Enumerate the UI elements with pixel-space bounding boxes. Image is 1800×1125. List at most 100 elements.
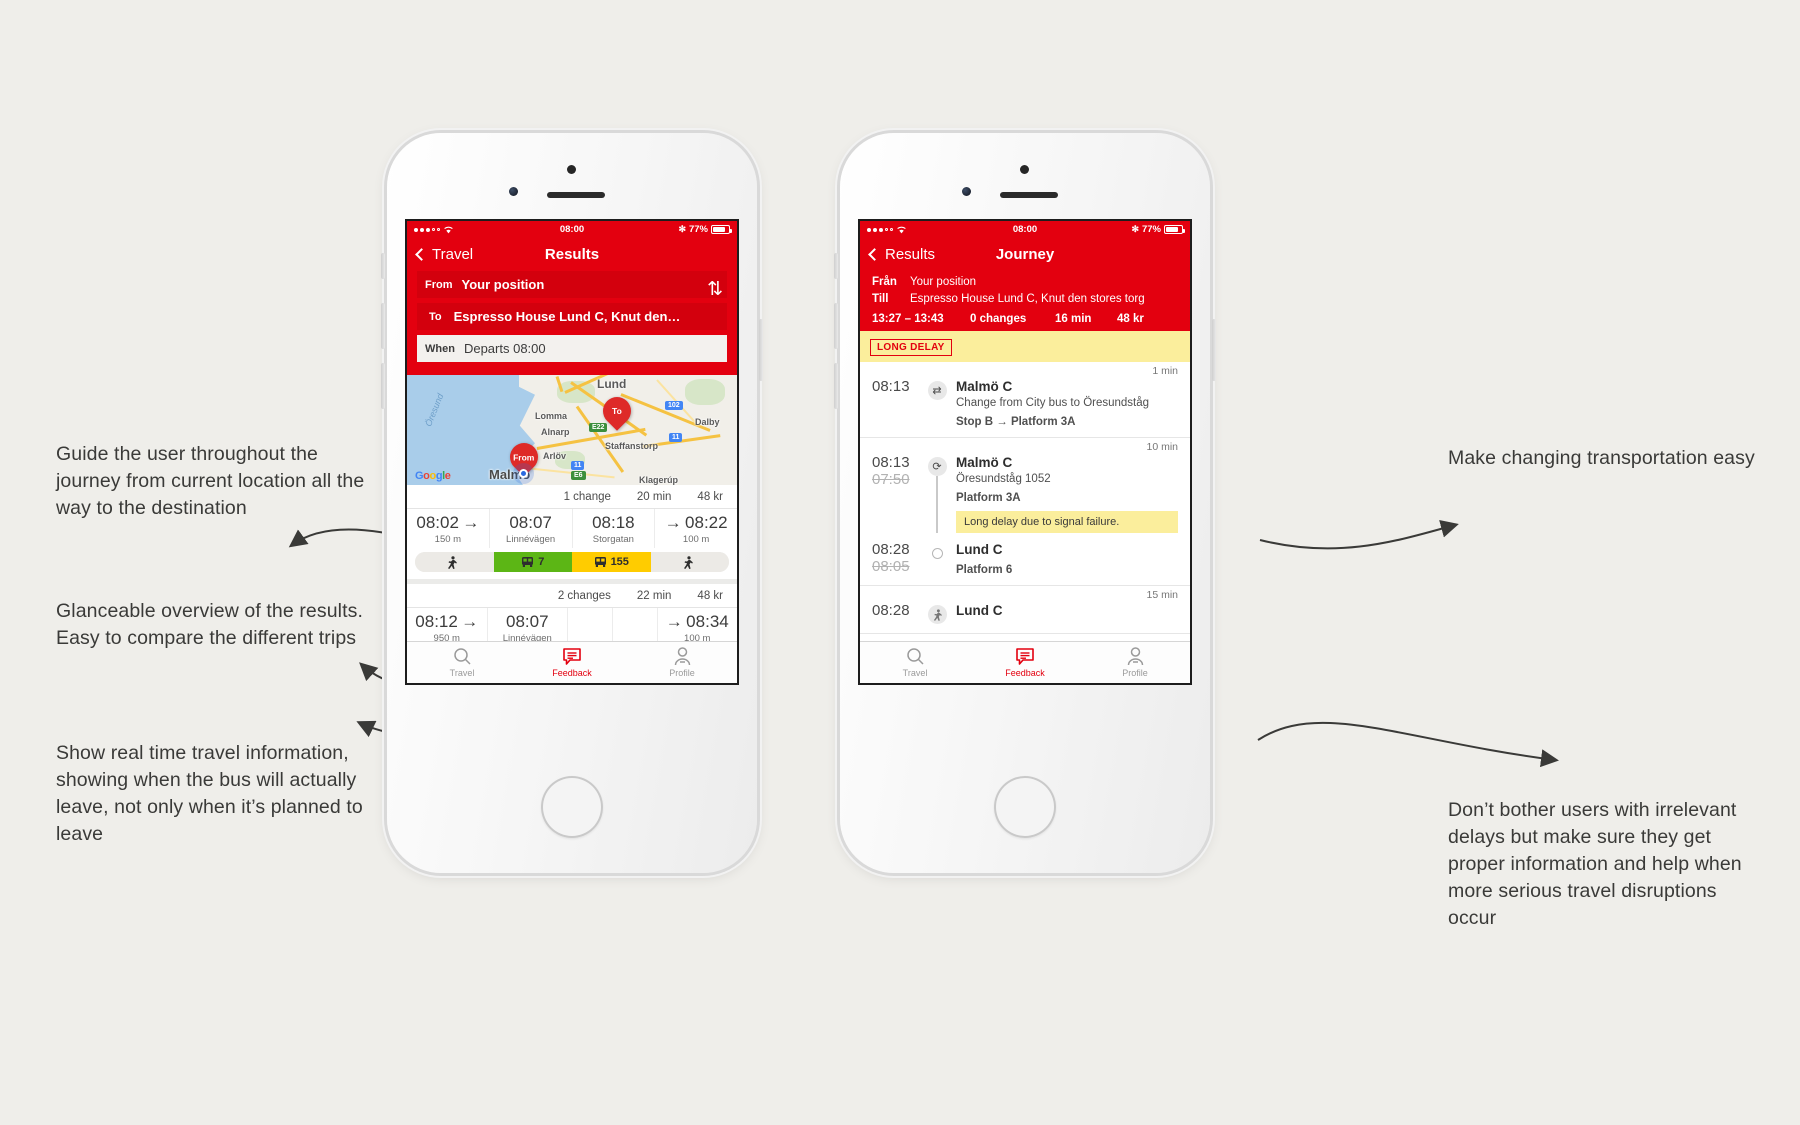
result-row[interactable]: 1 change 20 min 48 kr 08:02 → 150 m 08:0… [407, 485, 737, 579]
result-changes: 2 changes [557, 590, 611, 602]
front-camera-icon [509, 187, 518, 196]
swap-icon[interactable]: ⇅ [707, 280, 723, 299]
result-price: 48 kr [697, 491, 723, 503]
status-bar-right: ✻ 77% [1131, 224, 1185, 235]
stop-circle-icon [931, 548, 943, 559]
from-field[interactable]: From Your position [417, 271, 727, 298]
tab-profile[interactable]: Profile [1080, 647, 1190, 678]
proximity-sensor-icon [567, 165, 576, 174]
mode-label: 7 [538, 556, 545, 568]
step-marker: ⇄ [927, 378, 947, 428]
result-summary: 3 changes 30 min 48 kr [407, 683, 737, 685]
journey-step[interactable]: 10 min 08:13 07:50 ⟳ Malmö C Öresundståg… [860, 438, 1190, 533]
tab-travel[interactable]: Travel [860, 647, 970, 678]
tab-travel[interactable]: Travel [407, 647, 517, 678]
result-duration: 22 min [636, 590, 672, 602]
feedback-icon [1016, 647, 1034, 665]
step-times: 08:13 [872, 378, 918, 428]
mode-walk [415, 552, 494, 572]
step-desc-2: Platform 6 [956, 564, 1013, 576]
tab-feedback[interactable]: Feedback [970, 647, 1080, 678]
back-button[interactable]: Results [868, 246, 936, 263]
search-icon [453, 648, 471, 665]
annotation-realtime-info: Show real time travel information, showi… [56, 742, 363, 845]
current-location-dot [519, 469, 528, 478]
step-info: Lund C Platform 6 [956, 541, 1178, 576]
battery-percent: 77% [1141, 224, 1161, 235]
map-label-alnarp: Alnarp [541, 427, 570, 437]
volume-down-button[interactable] [834, 363, 838, 409]
step-connector-line [936, 476, 938, 533]
map-shield-e22: E22 [589, 423, 608, 432]
step-desc: Change from City bus to Öresundståg [956, 397, 1150, 409]
status-bar: 08:00 ✻ 77% [860, 221, 1190, 238]
from-label: From [425, 278, 453, 291]
volume-up-button[interactable] [381, 303, 385, 349]
map-label-klagerup: Klagerúp [639, 475, 679, 485]
mute-switch[interactable] [834, 253, 838, 279]
phone-mockup-journey: 08:00 ✻ 77% Results Journey Från Your po… [834, 133, 1216, 873]
bluetooth-icon: ✻ [1131, 224, 1139, 234]
map-label-lomma: Lomma [535, 411, 568, 421]
tab-feedback[interactable]: Feedback [517, 647, 627, 678]
status-badge: LONG DELAY [870, 339, 952, 356]
phone-mockup-results: 08:00 ✻ 77% Travel Results From Your pos… [381, 133, 763, 873]
journey-from-row: Från Your position [872, 274, 1178, 291]
step-body: 08:13 07:50 ⟳ Malmö C Öresundståg 1052 P… [872, 454, 1178, 533]
journey-to-row: Till Espresso House Lund C, Knut den sto… [872, 291, 1178, 308]
power-button[interactable] [759, 319, 763, 381]
chevron-left-icon [868, 248, 881, 261]
phone2-screen: 08:00 ✻ 77% Results Journey Från Your po… [858, 219, 1192, 685]
mute-switch[interactable] [381, 253, 385, 279]
delay-note: Long delay due to signal failure. [956, 511, 1178, 533]
navigation-bar: Results Journey [860, 238, 1190, 271]
from-value: Your position [461, 277, 545, 292]
tab-profile[interactable]: Profile [627, 647, 737, 678]
to-value: Espresso House Lund C, Knut den… [453, 309, 681, 324]
navigation-bar: Travel Results [407, 238, 737, 271]
map-pin-to-label: To [612, 406, 622, 417]
bus-icon [594, 556, 607, 568]
result-duration: 20 min [636, 491, 672, 503]
segment-sub: Linnévägen [506, 534, 556, 545]
step-duration: 10 min [1146, 441, 1178, 453]
annotation-guide-user: Guide the user throughout the journey fr… [56, 443, 365, 519]
earpiece-speaker [1000, 192, 1058, 198]
journey-step[interactable]: 08:28 08:05 Lund C Platform 6 [860, 533, 1190, 586]
tab-bar: Travel Feedback Profile [860, 641, 1190, 683]
volume-up-button[interactable] [834, 303, 838, 349]
segment: → 08:22 100 m [655, 509, 737, 548]
home-button[interactable] [541, 776, 603, 838]
journey-steps[interactable]: 1 min 08:13 ⇄ Malmö C Change from City b… [860, 362, 1190, 634]
step-duration: 15 min [1146, 589, 1178, 601]
back-button[interactable]: Travel [415, 246, 473, 263]
transfer-icon: ⇄ [927, 381, 947, 400]
step-body: 08:28 08:05 Lund C Platform 6 [872, 541, 1178, 576]
home-button[interactable] [994, 776, 1056, 838]
segment-sub: Storgatan [592, 534, 634, 545]
power-button[interactable] [1212, 319, 1216, 381]
to-field[interactable]: To Espresso House Lund C, Knut den… [417, 303, 727, 330]
result-row[interactable]: 3 changes 30 min 48 kr [407, 683, 737, 685]
back-button-label: Results [885, 246, 936, 263]
tab-label: Feedback [552, 667, 592, 678]
journey-to-label: Till [872, 293, 889, 305]
map-label-arlov: Arlöv [543, 451, 567, 461]
status-bar-right: ✻ 77% [678, 224, 732, 235]
step-times: 08:28 08:05 [872, 541, 918, 576]
journey-step[interactable]: 1 min 08:13 ⇄ Malmö C Change from City b… [860, 362, 1190, 438]
map-view[interactable]: Öresund Lund Lomma Alnarp Arlöv Staffans… [407, 375, 737, 485]
volume-down-button[interactable] [381, 363, 385, 409]
search-panel: From Your position To Espresso House Lun… [407, 271, 737, 375]
tab-bar: Travel Feedback Profile [407, 641, 737, 683]
segment-time: → 08:34 [665, 612, 729, 631]
step-desc: Öresundståg 1052 [956, 473, 1051, 485]
map-green-area [685, 379, 725, 405]
when-field[interactable]: When Departs 08:00 [417, 335, 727, 362]
annotation-changing-transport: Make changing transportation easy [1448, 447, 1755, 469]
step-station: Malmö C [956, 455, 1013, 470]
mode-label: 155 [610, 556, 629, 568]
segment: 08:18 Storgatan [573, 509, 656, 548]
delay-banner: LONG DELAY [860, 331, 1190, 362]
journey-step[interactable]: 15 min 08:28 Lund C [860, 586, 1190, 634]
